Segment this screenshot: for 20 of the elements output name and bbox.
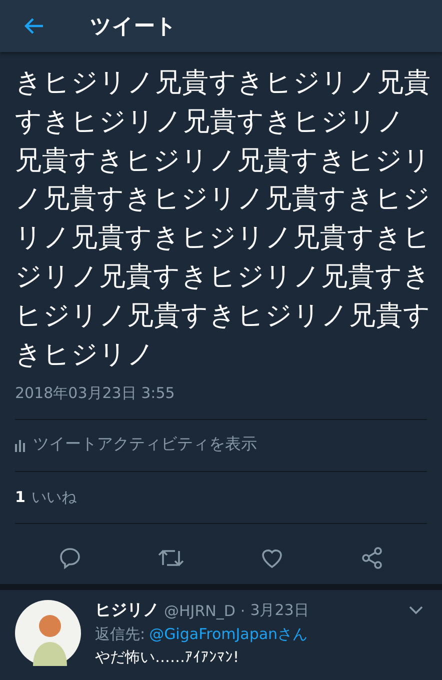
tweet-text-line: きヒジリノ <box>15 338 156 372</box>
tweet-text-line: ヒジリノ兄貴すきヒジリノ兄貴す <box>15 298 427 333</box>
tweet-timestamp: 2018年03月23日 3:55 <box>15 384 176 404</box>
tweet-activity-link[interactable]: ツイートアクティビティを表示 <box>33 434 257 456</box>
tweet-text-line: 兄貴すきヒジリノ兄貴すきヒジリ <box>15 144 427 178</box>
reply-to-label: 返信先: <box>95 625 146 644</box>
user-name[interactable]: ヒジリノ <box>95 600 159 622</box>
reply-date: 3月23日 <box>250 601 309 620</box>
tweet-text-line: すきヒジリノ兄貴すきヒジリノ <box>15 104 406 139</box>
user-handle: @HJRN_D <box>164 602 236 620</box>
header-title: ツイート <box>90 13 177 40</box>
tweet-text-line: きヒジリノ兄貴すきヒジリノ兄貴 <box>15 66 427 100</box>
mention-link[interactable]: @GigaFromJapanさん <box>149 625 308 644</box>
tweet-text-line: リノ兄貴すきヒジリノ兄貴すきヒ <box>15 221 427 256</box>
reply-text: やだ怖い……ｱｲｱﾝﾏﾝ! <box>95 648 240 668</box>
likes-count[interactable]: 1 <box>15 488 26 506</box>
tweet-text-line: ノ兄貴すきヒジリノ兄貴すきヒジ <box>15 182 427 216</box>
dot-separator: · <box>240 602 246 620</box>
likes-label[interactable]: いいね <box>31 488 76 508</box>
tweet-text-line: ジリノ兄貴すきヒジリノ兄貴すき <box>15 260 427 294</box>
